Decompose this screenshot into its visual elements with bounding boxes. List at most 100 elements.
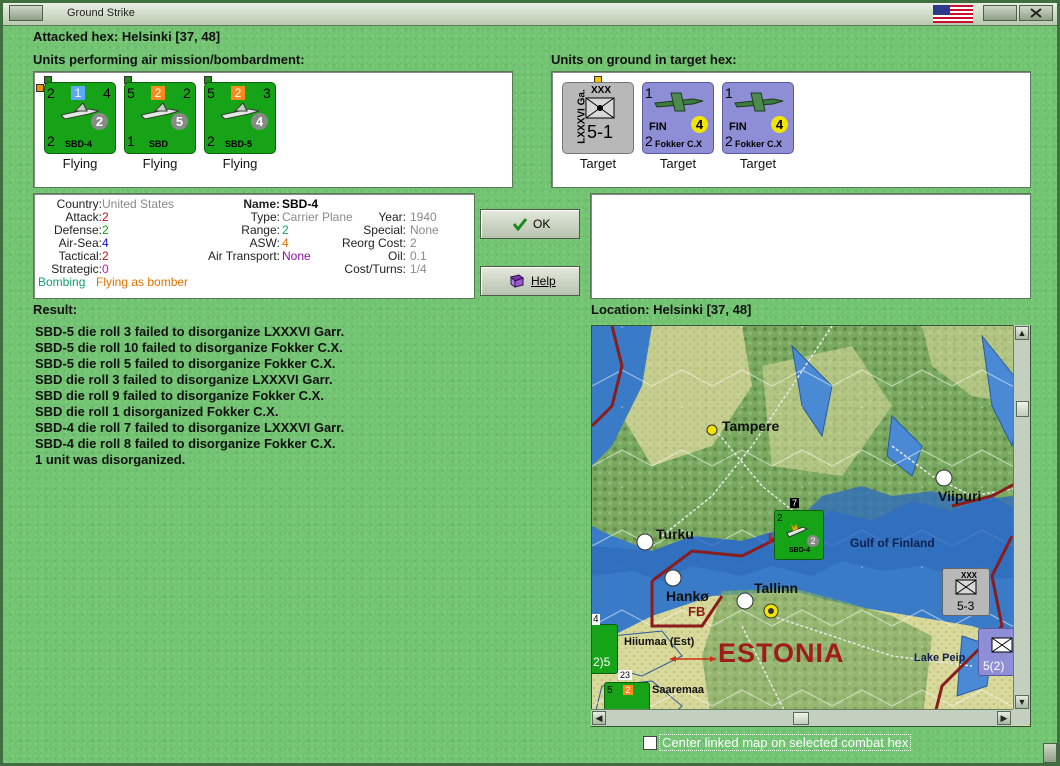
- resize-grip[interactable]: [1043, 743, 1057, 763]
- checkmark-icon: [513, 218, 527, 231]
- help-button-label: Help: [531, 274, 556, 288]
- unit-value: 1: [127, 133, 135, 149]
- unit-status: Flying: [62, 156, 98, 171]
- close-icon: [1030, 8, 1042, 18]
- air-unit-counter: 5 2 2 5 1 SBD: [124, 82, 196, 154]
- center-map-label[interactable]: Center linked map on selected combat hex: [659, 734, 912, 751]
- unit-status: Target: [659, 156, 697, 171]
- ground-unit-card[interactable]: 1 FIN 4 2 Fokker C.X Target: [638, 76, 718, 184]
- air-unit-counter: 2 1 4 2 2 SBD-4: [44, 82, 116, 154]
- map-label-tampere: Tampere: [722, 418, 780, 434]
- window-menu-button[interactable]: [9, 5, 43, 21]
- unit-value: 2: [183, 85, 191, 101]
- stat-value: SBD-4: [282, 197, 319, 211]
- unit-value: 1: [645, 85, 653, 101]
- result-line: SBD die roll 9 failed to disorganize Fok…: [35, 388, 324, 403]
- unit-nation: FIN: [649, 121, 667, 133]
- map-label-hiiumaa: Hiiumaa (Est): [624, 636, 695, 648]
- stat-label: Oil:: [388, 249, 406, 263]
- ok-button-label: OK: [533, 217, 551, 231]
- infantry-symbol-icon: [585, 97, 615, 119]
- unit-status: Target: [739, 156, 777, 171]
- ground-unit-card[interactable]: LXXXVI Ga. XXX 5-1 Target: [558, 76, 638, 184]
- map-label-estonia: ESTONIA: [718, 638, 845, 668]
- burning-plane-icon: [786, 523, 809, 538]
- unit-circle: 4: [691, 116, 708, 133]
- result-line: SBD-4 die roll 8 failed to disorganize F…: [35, 436, 336, 451]
- map-horizontal-scrollbar[interactable]: ◀ ▶: [591, 709, 1013, 726]
- result-line: SBD-4 die roll 7 failed to disorganize L…: [35, 420, 345, 435]
- map-label-hanko: Hankø: [666, 588, 709, 604]
- unit-circle: 2: [91, 113, 108, 130]
- fighter-plane-icon: [734, 92, 784, 112]
- scrollbar-corner: [1013, 709, 1029, 725]
- map-edge-unit[interactable]: 2)5: [592, 624, 618, 674]
- map-vertical-scrollbar[interactable]: ▲ ▼: [1013, 325, 1030, 711]
- stat-label: Special:: [363, 223, 406, 237]
- scroll-thumb[interactable]: [793, 712, 809, 725]
- unit-value: 4: [103, 85, 111, 101]
- unit-badge: 2: [623, 685, 633, 695]
- unit-value: 2: [777, 513, 783, 524]
- unit-value: 1: [725, 85, 733, 101]
- map-label-tallinn: Tallinn: [754, 580, 799, 596]
- result-label: Result:: [33, 302, 78, 317]
- unit-name: SBD-5: [225, 139, 253, 149]
- map-label-turku: Turku: [656, 526, 694, 542]
- unit-name: Fokker C.X: [735, 139, 783, 149]
- stack-count-badge: 23: [618, 670, 633, 680]
- unit-value: 5: [127, 85, 135, 101]
- stat-label: Reorg Cost:: [341, 236, 406, 250]
- help-book-icon: [510, 274, 525, 288]
- unit-status: Flying: [142, 156, 178, 171]
- unit-strength: 5-3: [957, 599, 975, 613]
- help-button[interactable]: Help: [480, 266, 580, 296]
- ok-button[interactable]: OK: [480, 209, 580, 239]
- close-button[interactable]: [1019, 5, 1053, 21]
- map-label-lake-peipus: Lake Peip: [914, 652, 966, 664]
- us-flag-icon: [933, 5, 973, 23]
- scroll-down-button[interactable]: ▼: [1015, 695, 1029, 709]
- infantry-symbol-icon: [955, 579, 977, 595]
- result-line: SBD-5 die roll 10 failed to disorganize …: [35, 340, 343, 355]
- fighter-counter: 1 FIN 4 2 Fokker C.X: [722, 82, 794, 154]
- unit-value: 2: [645, 133, 653, 149]
- minimize-button[interactable]: [983, 5, 1017, 21]
- result-line: SBD die roll 1 disorganized Fokker C.X.: [35, 404, 279, 419]
- unit-value: 2: [725, 133, 733, 149]
- location-map[interactable]: Tampere Viipuri Turku Gulf of Finland Ha…: [591, 325, 1031, 727]
- scroll-right-button[interactable]: ▶: [997, 711, 1011, 725]
- unit-circle: 2: [807, 535, 819, 547]
- unit-value: 2: [207, 133, 215, 149]
- air-unit-card[interactable]: 5 2 2 5 1 SBD Flying: [120, 76, 200, 184]
- unit-strength: 5(2): [983, 659, 1005, 673]
- air-unit-counter: 5 2 3 4 2 SBD-5: [204, 82, 276, 154]
- map-garrison-unit[interactable]: XXX 5-3: [942, 568, 990, 616]
- details-right-column: Year: 1940 Special: None Reorg Cost: 2 Oil:…: [34, 210, 474, 276]
- unit-name: SBD: [149, 139, 169, 149]
- unit-marker: [36, 84, 44, 92]
- unit-name: Fokker C.X: [655, 139, 703, 149]
- air-unit-card[interactable]: 2 1 4 2 2 SBD-4 Flying: [36, 76, 120, 184]
- ground-strike-window: Ground Strike Attacked hex: Helsinki [37…: [0, 0, 1060, 766]
- scroll-up-button[interactable]: ▲: [1015, 326, 1029, 340]
- map-air-unit-stack[interactable]: 2 2 SBD-4: [774, 510, 824, 560]
- air-units-panel: 2 1 4 2 2 SBD-4 Flying 5 2 2 5 1 SBD Fly…: [33, 71, 513, 188]
- scroll-left-button[interactable]: ◀: [592, 711, 606, 725]
- map-label-viipuri: Viipuri: [938, 488, 982, 504]
- unit-status: Flying: [222, 156, 258, 171]
- mission-label: Bombing: [38, 275, 86, 289]
- ground-units-panel: LXXXVI Ga. XXX 5-1 Target 1 FIN 4 2 Fokk…: [551, 71, 1031, 188]
- unit-value: 5: [607, 685, 613, 696]
- unit-value: 3: [263, 85, 271, 101]
- infantry-symbol-icon: [991, 637, 1013, 653]
- air-unit-card[interactable]: 5 2 3 4 2 SBD-5 Flying: [200, 76, 280, 184]
- result-line: SBD-5 die roll 3 failed to disorganize L…: [35, 324, 345, 339]
- ground-unit-card[interactable]: 1 FIN 4 2 Fokker C.X Target: [718, 76, 798, 184]
- stack-count-badge: 7: [790, 498, 800, 508]
- stat-value: None: [410, 223, 439, 237]
- unit-circle: 4: [771, 116, 788, 133]
- unit-value: 2: [47, 85, 55, 101]
- scroll-thumb[interactable]: [1016, 401, 1029, 417]
- center-map-checkbox[interactable]: [643, 736, 657, 750]
